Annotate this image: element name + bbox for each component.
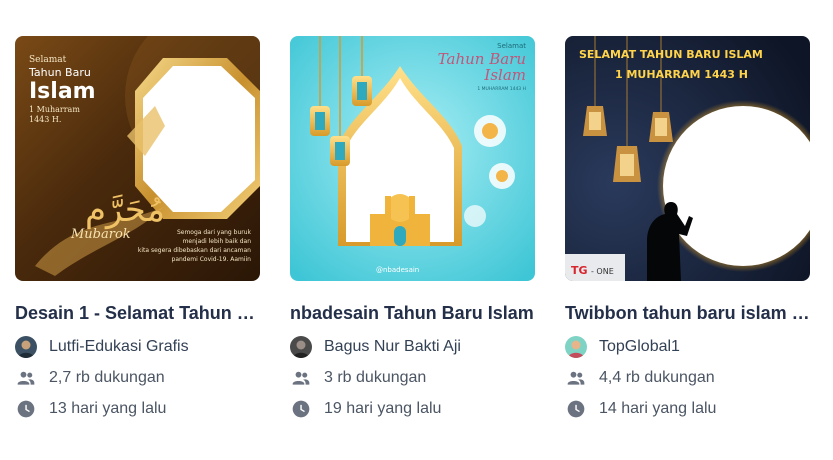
thumb-mubarok: Mubarok <box>70 227 131 242</box>
supports-count: 4,4 rb dukungan <box>599 369 715 386</box>
author-row[interactable]: Bagus Nur Bakti Aji <box>290 335 535 359</box>
people-icon <box>15 367 37 389</box>
people-icon <box>565 367 587 389</box>
thumb-calligraphy: مُحَرَّم <box>85 190 165 230</box>
thumbnail-art-3: SELAMAT TAHUN BARU ISLAM 1 MUHARRAM 1443… <box>565 36 810 281</box>
campaign-thumbnail[interactable]: Selamat Tahun Baru Islam 1 Muharram 1443… <box>15 36 260 281</box>
author-name[interactable]: TopGlobal1 <box>599 338 680 356</box>
author-row[interactable]: Lutfi-Edukasi Grafis <box>15 335 260 359</box>
campaign-title[interactable]: Desain 1 - Selamat Tahun Baru Islam 1 Mu… <box>15 303 260 324</box>
thumb-brand: TG <box>571 264 588 277</box>
thumb-handle: @nbadesain <box>376 266 419 274</box>
time-ago: 19 hari yang lalu <box>324 400 442 417</box>
supports-count: 3 rb dukungan <box>324 369 427 386</box>
thumb-line2: 1 MUHARRAM 1443 H <box>615 68 748 81</box>
supports-row: 3 rb dukungan <box>290 366 535 390</box>
thumb-line4: 1 MUHARRAM 1443 H <box>477 86 526 92</box>
thumb-caption4: pandemi Covid-19. Aamiin <box>172 256 252 263</box>
avatar[interactable] <box>565 336 587 358</box>
campaign-card[interactable]: SELAMAT TAHUN BARU ISLAM 1 MUHARRAM 1443… <box>565 36 810 421</box>
avatar[interactable] <box>15 336 37 358</box>
thumb-line3: Islam <box>483 66 526 84</box>
time-row: 14 hari yang lalu <box>565 397 810 421</box>
campaign-title[interactable]: Twibbon tahun baru islam 1 Muharram 1443… <box>565 303 810 324</box>
time-ago: 14 hari yang lalu <box>599 400 717 417</box>
author-name[interactable]: Lutfi-Edukasi Grafis <box>49 338 189 356</box>
campaign-thumbnail[interactable]: Selamat Tahun Baru Islam 1 MUHARRAM 1443… <box>290 36 535 281</box>
clock-icon <box>290 398 312 420</box>
clock-icon <box>15 398 37 420</box>
thumb-line1: Selamat <box>29 55 67 65</box>
campaign-card[interactable]: Selamat Tahun Baru Islam 1 MUHARRAM 1443… <box>290 36 535 421</box>
time-row: 19 hari yang lalu <box>290 397 535 421</box>
supports-row: 4,4 rb dukungan <box>565 366 810 390</box>
campaign-thumbnail[interactable]: SELAMAT TAHUN BARU ISLAM 1 MUHARRAM 1443… <box>565 36 810 281</box>
time-row: 13 hari yang lalu <box>15 397 260 421</box>
thumb-line3: Islam <box>29 79 96 104</box>
thumb-caption2: menjadi lebih baik dan <box>183 238 252 245</box>
author-row[interactable]: TopGlobal1 <box>565 335 810 359</box>
thumb-line1: SELAMAT TAHUN BARU ISLAM <box>579 48 763 61</box>
thumbnail-art-2: Selamat Tahun Baru Islam 1 MUHARRAM 1443… <box>290 36 535 281</box>
thumb-line1: Selamat <box>497 42 526 50</box>
supports-row: 2,7 rb dukungan <box>15 366 260 390</box>
thumb-brand-suffix: - ONE <box>591 267 614 276</box>
author-name[interactable]: Bagus Nur Bakti Aji <box>324 338 461 356</box>
people-icon <box>290 367 312 389</box>
campaign-title[interactable]: nbadesain Tahun Baru Islam <box>290 303 535 324</box>
thumb-line2: Tahun Baru <box>28 66 91 79</box>
clock-icon <box>565 398 587 420</box>
avatar[interactable] <box>290 336 312 358</box>
thumb-caption3: kita segera dibebaskan dari ancaman <box>138 247 251 254</box>
supports-count: 2,7 rb dukungan <box>49 369 165 386</box>
thumb-line5: 1443 H. <box>29 115 61 124</box>
thumbnail-art-1: Selamat Tahun Baru Islam 1 Muharram 1443… <box>15 36 260 281</box>
campaign-card[interactable]: Selamat Tahun Baru Islam 1 Muharram 1443… <box>15 36 260 421</box>
campaign-grid: Selamat Tahun Baru Islam 1 Muharram 1443… <box>0 0 833 460</box>
thumb-caption1: Semoga dari yang buruk <box>177 229 252 236</box>
time-ago: 13 hari yang lalu <box>49 400 167 417</box>
thumb-line4: 1 Muharram <box>29 105 80 114</box>
